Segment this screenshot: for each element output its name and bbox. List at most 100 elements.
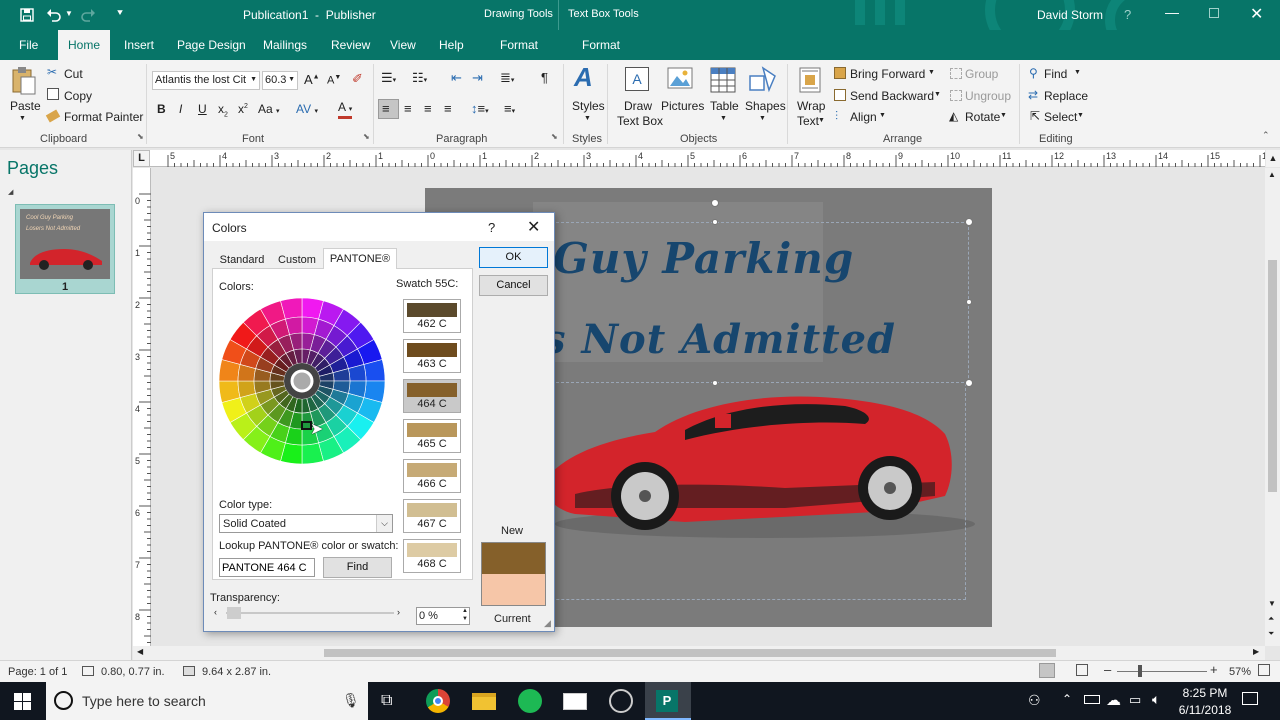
scroll-up-arrow[interactable]: ▲ [1268, 170, 1276, 179]
swatch-item[interactable]: 466 C [403, 459, 461, 493]
horizontal-scrollbar[interactable]: ◀ ▶ [133, 646, 1265, 660]
font-size-box[interactable]: 60.3 ▼ [262, 71, 298, 90]
line-spacing-icon[interactable]: ↕≡▾ [471, 101, 489, 116]
character-spacing-icon[interactable]: AV ▾ [296, 102, 318, 116]
publisher-taskbar-button[interactable]: P [645, 682, 691, 720]
swatch-item[interactable]: 463 C [403, 339, 461, 373]
dialog-titlebar[interactable] [204, 213, 554, 241]
font-launcher-icon[interactable]: ⬊ [363, 132, 370, 141]
format-painter-button[interactable]: Format Painter [64, 110, 143, 124]
onedrive-icon[interactable]: ☁ [1106, 691, 1121, 709]
swatch-item[interactable]: 464 C [403, 379, 461, 413]
vertical-scrollbar[interactable]: ▲ ▼ ⏶ ⏷ [1265, 168, 1280, 646]
resize-grip-icon[interactable]: ◢ [544, 618, 551, 629]
grow-font-icon[interactable]: A▲ [304, 72, 320, 87]
group-button[interactable]: Group [965, 67, 998, 81]
columns-icon[interactable]: ≣▾ [500, 70, 514, 86]
select-dropdown-icon[interactable]: ▼ [1077, 112, 1084, 119]
transparency-spinbox[interactable]: 0 % ▲ ▼ [416, 607, 470, 625]
media-player-icon[interactable] [609, 689, 633, 713]
pantone-color-wheel[interactable] [219, 298, 385, 464]
page-thumbnail[interactable]: Cool Guy Parking Losers Not Admitted 1 [15, 204, 115, 294]
paragraph-spacing-icon[interactable]: ≡▾ [504, 101, 515, 116]
paragraph-launcher-icon[interactable]: ⬊ [551, 132, 558, 141]
minimize-icon[interactable]: — [1165, 4, 1179, 20]
tab-file[interactable]: File [19, 30, 38, 60]
align-dropdown-icon[interactable]: ▼ [879, 112, 886, 119]
scroll-down-arrow[interactable]: ▼ [1268, 599, 1276, 608]
vertical-ruler[interactable]: 0 1 2 3 4 5 6 7 8 [133, 168, 151, 646]
font-name-box[interactable]: Atlantis the lost Cit ▼ [152, 71, 260, 90]
user-name[interactable]: David Storm [1037, 8, 1103, 22]
windows-start-icon[interactable] [14, 693, 31, 710]
wrap-text-dropdown-icon[interactable]: ▼ [818, 117, 825, 124]
scroll-page-up-arrow[interactable]: ⏶ [1268, 614, 1274, 624]
clipboard-launcher-icon[interactable]: ⬊ [137, 132, 144, 141]
undo-icon[interactable] [46, 7, 62, 23]
swatch-item[interactable]: 468 C [403, 539, 461, 573]
increase-indent-icon[interactable]: ⇥ [472, 70, 483, 86]
close-icon[interactable]: ✕ [1250, 4, 1263, 24]
volume-icon[interactable]: 🔈︎ [1152, 691, 1160, 708]
tab-format-drawing[interactable]: Format [500, 30, 538, 60]
fit-page-icon[interactable] [1258, 664, 1270, 676]
spotify-icon[interactable] [518, 689, 542, 713]
italic-icon[interactable]: I [179, 102, 182, 116]
task-view-icon[interactable]: ⧉ [381, 692, 392, 710]
spin-up-icon[interactable]: ▲ [462, 608, 468, 614]
scroll-left-arrow[interactable]: ◀ [137, 647, 143, 656]
bring-forward-dropdown-icon[interactable]: ▼ [928, 69, 935, 76]
align-right-icon[interactable]: ≡ [424, 101, 432, 116]
people-icon[interactable]: ⚇ [1028, 692, 1041, 709]
zoom-level[interactable]: 57% [1229, 666, 1251, 678]
find-dropdown-icon[interactable]: ▼ [1074, 69, 1081, 76]
page-indicator[interactable]: Page: 1 of 1 [8, 666, 67, 678]
wrap-text-button-line1[interactable]: Wrap [797, 99, 825, 113]
dialog-help-button[interactable]: ? [488, 220, 495, 235]
wrap-text-button-line2[interactable]: Text [797, 114, 819, 128]
mail-icon[interactable] [563, 693, 587, 710]
show-hidden-icons-icon[interactable]: ⌃ [1062, 692, 1072, 706]
tab-view[interactable]: View [390, 30, 416, 60]
resize-handle-bottom[interactable] [712, 380, 718, 386]
slider-left-arrow[interactable]: ‹ [214, 607, 217, 617]
underline-icon[interactable]: U [198, 102, 207, 116]
color-type-select[interactable]: Solid Coated ⌵ [219, 514, 393, 533]
swatch-item[interactable]: 467 C [403, 499, 461, 533]
find-button[interactable]: Find [1044, 67, 1067, 81]
scroll-page-down-arrow[interactable]: ⏷ [1268, 629, 1274, 639]
hscroll-thumb[interactable] [324, 649, 1056, 657]
tab-review[interactable]: Review [331, 30, 370, 60]
cancel-button[interactable]: Cancel [479, 275, 548, 296]
dialog-close-icon[interactable]: ✕ [527, 217, 540, 237]
superscript-icon[interactable]: x2 [238, 102, 248, 116]
tab-custom[interactable]: Custom [274, 251, 320, 269]
select-button[interactable]: Select [1044, 110, 1077, 124]
draw-textbox-button-line2[interactable]: Text Box [617, 114, 663, 128]
draw-textbox-button-line1[interactable]: Draw [624, 99, 652, 113]
tab-insert[interactable]: Insert [124, 30, 154, 60]
styles-dropdown-icon[interactable]: ▼ [584, 115, 591, 122]
network-icon[interactable]: ▭ [1129, 692, 1141, 708]
replace-button[interactable]: Replace [1044, 89, 1088, 103]
rotation-handle[interactable] [711, 199, 719, 207]
find-button[interactable]: Find [323, 557, 392, 578]
zoom-slider-thumb[interactable] [1138, 665, 1142, 677]
horizontal-ruler[interactable]: 54321012345678910111213141516 [150, 150, 1265, 167]
copy-button[interactable]: Copy [64, 89, 92, 103]
tab-page-design[interactable]: Page Design [177, 30, 246, 60]
customize-toolbar-icon[interactable]: ⯆ [116, 8, 124, 19]
change-case-icon[interactable]: Aa ▾ [258, 102, 280, 116]
help-icon[interactable]: ? [1124, 7, 1131, 22]
spin-down-icon[interactable]: ▼ [462, 616, 468, 622]
shapes-button[interactable]: Shapes [745, 99, 786, 113]
battery-icon[interactable] [1084, 695, 1100, 704]
clock-date[interactable]: 6/11/2018 [1174, 703, 1236, 717]
tab-pantone[interactable]: PANTONE® [323, 248, 397, 269]
rotate-button[interactable]: Rotate [965, 110, 1000, 124]
font-size-dropdown-icon[interactable]: ▼ [288, 76, 295, 83]
bold-icon[interactable]: B [157, 102, 166, 116]
tab-format-textbox[interactable]: Format [582, 30, 620, 60]
save-icon[interactable] [20, 8, 34, 22]
cut-button[interactable]: Cut [64, 67, 83, 81]
